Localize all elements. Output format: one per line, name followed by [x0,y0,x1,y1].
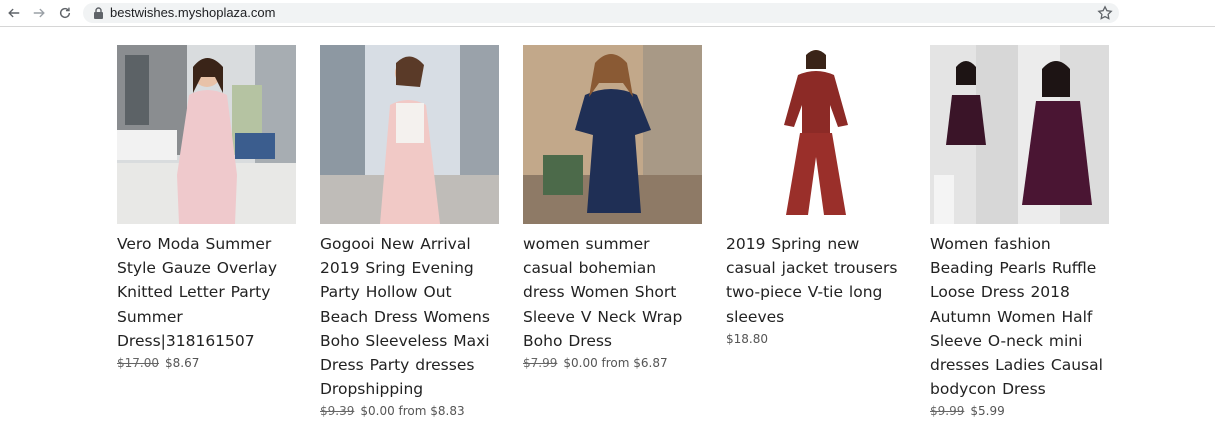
product-card[interactable]: Gogooi New Arrival 2019 Sring Evening Pa… [320,45,500,419]
original-price: $17.00 [117,356,159,371]
sale-price: $0.00 from $8.83 [360,404,465,419]
product-image[interactable] [117,45,296,224]
sale-price: $18.80 [726,331,768,346]
address-bar[interactable]: bestwishes.myshoplaza.com [83,3,1119,23]
product-title[interactable]: 2019 Spring new casual jacket trousers t… [726,232,906,329]
product-image[interactable] [523,45,702,224]
back-arrow-icon[interactable] [4,3,24,23]
sale-price: $0.00 from $6.87 [563,356,668,371]
product-price: $9.99 $5.99 [930,403,1110,419]
original-price: $9.99 [930,404,965,419]
product-price: $17.00 $8.67 [117,355,297,371]
product-title[interactable]: Women fashion Beading Pearls Ruffle Loos… [930,232,1110,401]
product-price: $18.80 [726,331,906,347]
original-price: $7.99 [523,356,558,371]
product-image[interactable] [320,45,499,224]
product-title[interactable]: Gogooi New Arrival 2019 Sring Evening Pa… [320,232,500,401]
browser-toolbar: bestwishes.myshoplaza.com [0,0,1215,27]
forward-arrow-icon[interactable] [29,3,49,23]
reload-icon[interactable] [55,3,75,23]
product-image[interactable] [726,45,905,224]
product-price: $7.99 $0.00 from $6.87 [523,355,703,371]
product-card[interactable]: Vero Moda Summer Style Gauze Overlay Kni… [117,45,297,371]
url-text: bestwishes.myshoplaza.com [110,5,276,20]
original-price: $9.39 [320,404,355,419]
product-image[interactable] [930,45,1109,224]
product-card[interactable]: 2019 Spring new casual jacket trousers t… [726,45,906,347]
bookmark-star-icon[interactable] [1097,5,1113,21]
product-price: $9.39 $0.00 from $8.83 [320,403,500,419]
product-title[interactable]: women summer casual bohemian dress Women… [523,232,703,353]
sale-price: $8.67 [165,356,200,371]
product-card[interactable]: Women fashion Beading Pearls Ruffle Loos… [930,45,1110,419]
sale-price: $5.99 [970,404,1005,419]
product-card[interactable]: women summer casual bohemian dress Women… [523,45,703,371]
product-title[interactable]: Vero Moda Summer Style Gauze Overlay Kni… [117,232,297,353]
lock-icon [94,7,103,19]
